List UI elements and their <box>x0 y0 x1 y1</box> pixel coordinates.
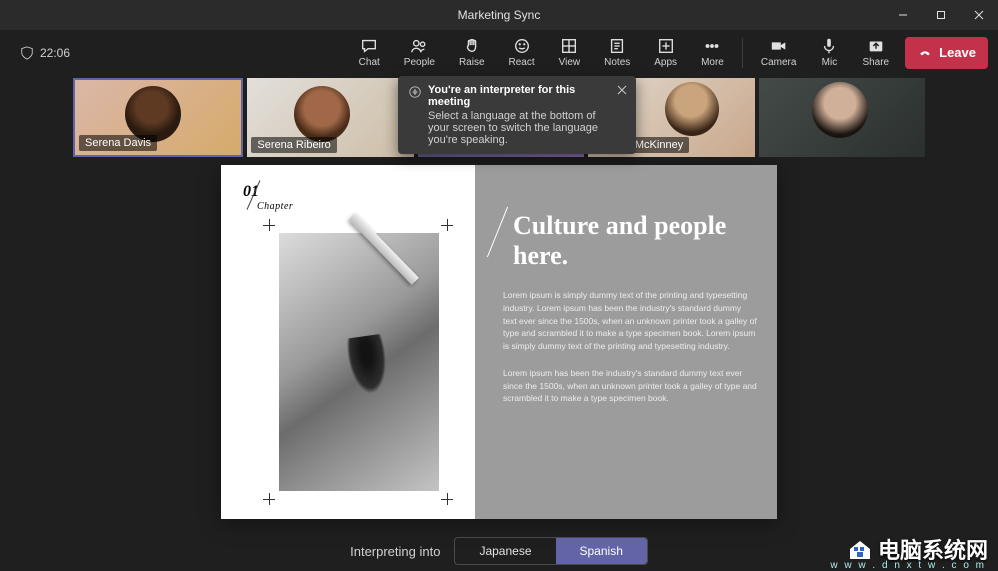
chat-icon <box>360 37 378 55</box>
meeting-controls-bar: 22:06 Chat People Raise React View Notes… <box>0 30 998 76</box>
participant-tile[interactable]: Serena Davis <box>73 78 243 158</box>
notes-button[interactable]: Notes <box>592 33 642 72</box>
share-icon <box>867 37 885 55</box>
crop-mark-icon <box>263 493 275 505</box>
participant-tile[interactable] <box>759 78 925 158</box>
meeting-timer: 22:06 <box>6 46 70 60</box>
apps-button[interactable]: Apps <box>642 33 689 72</box>
notification-body: Select a language at the bottom of your … <box>428 110 608 146</box>
more-button[interactable]: More <box>689 33 736 72</box>
react-button[interactable]: React <box>497 33 547 72</box>
shared-document: 01 Chapter Culture and people here. Lore… <box>221 165 777 519</box>
window-maximize-button[interactable] <box>922 0 960 30</box>
people-icon <box>410 37 428 55</box>
mic-icon <box>820 37 838 55</box>
shared-content-stage: 01 Chapter Culture and people here. Lore… <box>0 159 998 531</box>
doc-right-page: Culture and people here. Lorem ipsum is … <box>475 165 777 519</box>
language-toggle: Japanese Spanish <box>454 537 647 565</box>
chat-button[interactable]: Chat <box>347 33 392 72</box>
doc-heading: Culture and people here. <box>513 211 757 271</box>
more-icon <box>703 37 721 55</box>
language-option-japanese[interactable]: Japanese <box>455 538 555 564</box>
window-title: Marketing Sync <box>458 8 541 22</box>
react-icon <box>513 37 531 55</box>
people-button[interactable]: People <box>392 33 447 72</box>
chapter-label: Chapter <box>257 201 293 212</box>
window-minimize-button[interactable] <box>884 0 922 30</box>
close-icon <box>617 85 627 95</box>
window-close-button[interactable] <box>960 0 998 30</box>
watermark-sub: w w w . d n x t w . c o m <box>830 560 986 571</box>
notes-icon <box>608 37 626 55</box>
interpreter-label: Interpreting into <box>350 544 440 559</box>
notification-close-button[interactable] <box>614 82 630 98</box>
doc-left-page: 01 Chapter <box>221 165 475 519</box>
view-icon <box>560 37 578 55</box>
leave-icon <box>917 45 933 61</box>
doc-body: Lorem ipsum is simply dummy text of the … <box>503 289 757 405</box>
interpreter-notification: You're an interpreter for this meeting S… <box>398 76 636 154</box>
apps-icon <box>657 37 675 55</box>
participant-tile[interactable]: Serena Ribeiro <box>247 78 413 158</box>
language-option-spanish[interactable]: Spanish <box>556 538 647 564</box>
leave-button[interactable]: Leave <box>905 37 988 69</box>
participant-name: Serena Davis <box>79 135 157 151</box>
raise-hand-button[interactable]: Raise <box>447 33 497 72</box>
crop-mark-icon <box>263 219 275 231</box>
mic-button[interactable]: Mic <box>808 33 850 72</box>
crop-mark-icon <box>441 493 453 505</box>
crop-mark-icon <box>441 219 453 231</box>
notification-title: You're an interpreter for this meeting <box>428 84 608 108</box>
shield-icon <box>20 46 34 60</box>
camera-icon <box>770 37 788 55</box>
camera-button[interactable]: Camera <box>749 33 809 72</box>
title-bar: Marketing Sync <box>0 0 998 30</box>
participant-name: Serena Ribeiro <box>251 137 336 153</box>
interpreter-icon <box>408 85 422 99</box>
doc-photo <box>279 233 439 491</box>
view-button[interactable]: View <box>547 33 593 72</box>
share-button[interactable]: Share <box>850 33 901 72</box>
raise-hand-icon <box>463 37 481 55</box>
